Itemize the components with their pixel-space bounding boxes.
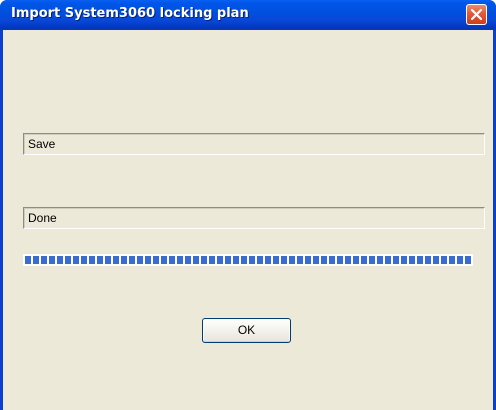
- ok-button[interactable]: OK: [202, 318, 291, 343]
- title-bar[interactable]: Import System3060 locking plan: [0, 0, 496, 30]
- progress-bar: [23, 254, 473, 266]
- progress-fill: [25, 256, 471, 264]
- result-field: Done: [23, 207, 485, 229]
- dialog-window: Import System3060 locking plan Save Done…: [0, 0, 496, 410]
- status-field: Save: [23, 133, 485, 155]
- close-button[interactable]: [466, 4, 487, 25]
- close-icon: [470, 8, 483, 21]
- window-title: Import System3060 locking plan: [11, 6, 249, 21]
- dialog-body: Save Done OK: [3, 30, 493, 410]
